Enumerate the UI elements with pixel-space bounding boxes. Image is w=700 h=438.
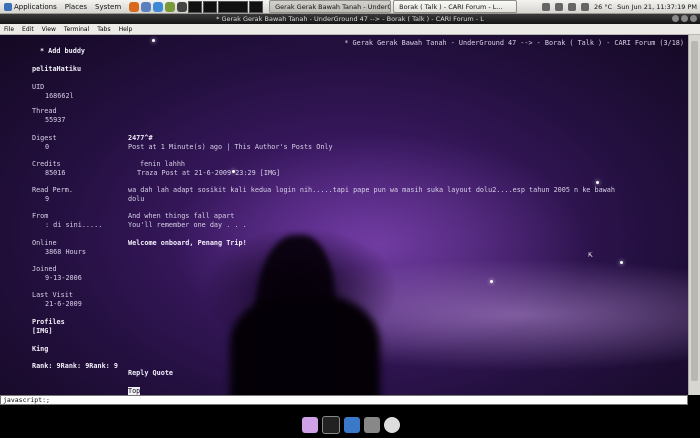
add-buddy-link[interactable]: * Add buddy	[40, 47, 85, 55]
browser-icon[interactable]	[344, 417, 360, 433]
profile-label: UID	[32, 83, 45, 91]
minimize-icon[interactable]	[672, 15, 679, 22]
window-title: * Gerak Gerak Bawah Tanah - UnderGround …	[216, 15, 484, 23]
task-terminal[interactable]: Gerak Gerak Bawah Tanah - UnderGround 47…	[269, 0, 392, 13]
mail-notify-icon[interactable]	[568, 3, 576, 11]
star	[596, 181, 599, 184]
profile-label: Read Perm.	[32, 186, 73, 194]
system-menu[interactable]: System	[91, 3, 125, 11]
task-list: Gerak Gerak Bawah Tanah - UnderGround 47…	[269, 0, 518, 13]
profile-label: Thread	[32, 107, 57, 115]
signature-line: You'll remember one day . . .	[128, 221, 247, 229]
memory-monitor-graph	[218, 0, 249, 13]
menu-help[interactable]: Help	[115, 26, 137, 33]
post-message-line: dolu	[128, 195, 145, 203]
star	[620, 261, 623, 264]
network-icon[interactable]	[542, 3, 550, 11]
profile-value: 168662l	[45, 92, 74, 100]
signature-line: And when things fall apart	[128, 212, 235, 220]
gnome-foot-icon	[4, 2, 12, 11]
menu-tabs[interactable]: Tabs	[93, 26, 114, 33]
terminal-scrollbar[interactable]	[688, 35, 700, 395]
profile-label: Credits	[32, 160, 61, 168]
disk-monitor-graph	[249, 0, 264, 13]
clock[interactable]: Sun Jun 21, 11:37:19 PM	[617, 3, 697, 11]
terminal-view[interactable]: * Gerak Gerak Bawah Tanah - UnderGround …	[0, 35, 688, 395]
quote-meta: Traza Post at 21-6-2009 23:29 [IMG]	[137, 169, 281, 177]
top-link[interactable]: Top	[128, 387, 141, 395]
profile-value: 21-6-2009	[45, 300, 82, 308]
profile-value: : di sini.....	[45, 221, 103, 229]
firefox-icon[interactable]	[129, 1, 140, 12]
mail-icon[interactable]	[141, 1, 152, 12]
terminal-icon[interactable]	[322, 416, 340, 434]
system-tray: 26 °C Sun Jun 21, 11:37:19 PM	[542, 0, 697, 14]
top-panel: Applications Places System Gerak Gerak B…	[0, 0, 700, 14]
volume-icon[interactable]	[555, 3, 563, 11]
star	[490, 280, 493, 283]
scrollbar-thumb[interactable]	[691, 41, 698, 381]
chat-icon[interactable]	[165, 1, 176, 12]
profile-value: 9-13-2006	[45, 274, 82, 282]
menu-edit[interactable]: Edit	[18, 26, 38, 33]
page-title-line: * Gerak Gerak Bawah Tanah - UnderGround …	[344, 39, 684, 47]
post-number[interactable]: 2477^#	[128, 134, 153, 142]
rank-line: Rank: 9Rank: 9Rank: 9	[32, 362, 118, 370]
profile-value: 55937	[45, 116, 66, 124]
launcher-star-icon[interactable]	[302, 417, 318, 433]
status-line: javascript:;	[0, 395, 688, 405]
welcome-link[interactable]: Welcome onboard, Penang Trip!	[128, 239, 247, 247]
battery-icon[interactable]	[581, 3, 589, 11]
maximize-icon[interactable]	[681, 15, 688, 22]
reply-quote-link[interactable]: Reply Quote	[128, 369, 173, 377]
post-meta[interactable]: Post at 1 Minute(s) ago | This Author's …	[128, 143, 333, 151]
horsehead-silhouette	[255, 235, 335, 395]
profiles-label: Profiles	[32, 318, 65, 326]
profile-label: Digest	[32, 134, 57, 142]
menu-file[interactable]: File	[0, 26, 18, 33]
profile-value: 3868 Hours	[45, 248, 86, 256]
profile-label: Joined	[32, 265, 57, 273]
star	[152, 39, 155, 42]
profile-value: 9	[45, 195, 50, 203]
temperature: 26 °C	[594, 3, 613, 11]
launchers	[129, 1, 188, 12]
profiles-image-link[interactable]: [IMG]	[32, 327, 52, 335]
menu-terminal[interactable]: Terminal	[60, 26, 93, 33]
window-menubar: File Edit View Terminal Tabs Help	[0, 24, 700, 35]
window-titlebar[interactable]: * Gerak Gerak Bawah Tanah - UnderGround …	[0, 14, 700, 24]
applications-menu[interactable]: Applications	[0, 2, 61, 11]
top-link-label: Top	[128, 387, 141, 395]
profile-label: From	[32, 212, 49, 220]
dock	[296, 414, 406, 436]
help-icon[interactable]	[153, 1, 164, 12]
profile-value: 0	[45, 143, 50, 151]
menu-view[interactable]: View	[38, 26, 60, 33]
clock-app-icon[interactable]	[384, 417, 400, 433]
quote-author: fenin lahhh	[140, 160, 186, 168]
profile-value: 85016	[45, 169, 66, 177]
profile-label: Last Visit	[32, 291, 73, 299]
system-monitor-graph	[188, 0, 203, 13]
close-icon[interactable]	[690, 15, 697, 22]
trash-icon[interactable]	[364, 417, 380, 433]
places-menu[interactable]: Places	[61, 3, 91, 11]
username[interactable]: pelitaHatiku	[32, 65, 81, 73]
network-monitor-graph	[203, 0, 218, 13]
profile-label: Online	[32, 239, 57, 247]
task-browser[interactable]: Borak ( Talk ) - CARI Forum - L...	[393, 0, 518, 13]
media-icon[interactable]	[177, 1, 188, 12]
post-message-line: wa dah lah adapt sosikit kali kedua logi…	[128, 186, 615, 194]
mouse-cursor-icon: ⇱	[588, 250, 593, 259]
rank-title: King	[32, 345, 49, 353]
